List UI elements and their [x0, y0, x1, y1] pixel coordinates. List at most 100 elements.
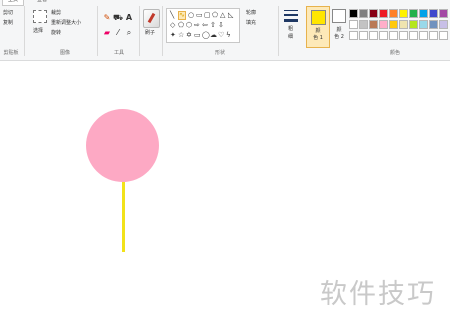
up-arrow-shape-icon[interactable]: ⇧	[210, 22, 216, 29]
separator	[97, 6, 98, 56]
left-arrow-shape-icon[interactable]: ⇦	[202, 22, 208, 29]
palette-swatch[interactable]	[399, 20, 408, 29]
separator	[24, 6, 25, 56]
palette-swatch[interactable]	[419, 20, 428, 29]
palette-swatch[interactable]	[349, 31, 358, 40]
palette-swatch[interactable]	[409, 31, 418, 40]
heart-shape-icon[interactable]: ♡	[218, 32, 224, 39]
ribbon-tabbar	[0, 0, 450, 5]
fill-dropdown[interactable]: 填充	[246, 19, 256, 26]
color2-swatch	[332, 9, 346, 23]
color1-swatch	[311, 10, 326, 25]
crop-button[interactable]: 裁剪	[51, 9, 61, 16]
palette-swatch[interactable]	[359, 20, 368, 29]
text-icon[interactable]: A	[124, 13, 134, 23]
palette-swatch[interactable]	[419, 9, 428, 18]
palette-swatch[interactable]	[439, 20, 448, 29]
colors-group-label: 颜色	[389, 50, 400, 56]
tab-view[interactable]: 查看	[33, 0, 51, 5]
palette-swatch[interactable]	[429, 31, 438, 40]
palette-swatch[interactable]	[429, 9, 438, 18]
select-icon[interactable]	[33, 10, 47, 23]
palette-swatch[interactable]	[349, 9, 358, 18]
fill-icon[interactable]: ⛟	[113, 13, 123, 23]
diamond-shape-icon[interactable]: ◇	[170, 22, 175, 29]
palette-swatch[interactable]	[369, 9, 378, 18]
stroke-label: 细	[288, 34, 294, 40]
palette-swatch[interactable]	[379, 31, 388, 40]
palette-swatch[interactable]	[389, 20, 398, 29]
rotate-button[interactable]: 旋转	[51, 29, 61, 36]
six-star-shape-icon[interactable]: ✡	[186, 32, 192, 39]
callout-oval-shape-icon[interactable]: ◯	[202, 32, 210, 39]
color1-label-bottom: 色 1	[313, 35, 323, 41]
down-arrow-shape-icon[interactable]: ⇩	[218, 22, 224, 29]
image-group-label: 图像	[59, 50, 70, 56]
stroke-label: 粗	[288, 26, 294, 32]
right-arrow-shape-icon[interactable]: ⇨	[194, 22, 200, 29]
stroke-line-icon	[284, 10, 298, 11]
palette-swatch[interactable]	[369, 20, 378, 29]
yellow-stick-line	[122, 182, 125, 252]
palette-swatch[interactable]	[439, 9, 448, 18]
lightning-shape-icon[interactable]: ϟ	[226, 32, 231, 39]
curve-shape-icon[interactable]: ∿	[178, 11, 186, 20]
palette-swatch[interactable]	[399, 31, 408, 40]
color1-label-top: 颜	[315, 28, 321, 34]
separator	[278, 6, 279, 56]
palette-swatch[interactable]	[349, 20, 358, 29]
stroke-line-icon	[284, 19, 298, 22]
select-button[interactable]: 选择	[33, 27, 43, 34]
hexagon-shape-icon[interactable]: ⬡	[186, 22, 192, 29]
line-shape-icon[interactable]: ╲	[170, 12, 174, 19]
oval-shape-icon[interactable]: ○	[188, 12, 194, 19]
palette-swatch[interactable]	[369, 31, 378, 40]
eraser-icon[interactable]: ▰	[102, 28, 112, 38]
palette-swatch[interactable]	[409, 9, 418, 18]
cloud-callout-shape-icon[interactable]: ☁	[210, 32, 217, 39]
palette-swatch[interactable]	[379, 9, 388, 18]
pencil-icon[interactable]: ✎	[102, 13, 112, 23]
palette-swatch[interactable]	[389, 31, 398, 40]
color-picker-icon[interactable]: ⁄	[113, 28, 123, 38]
separator	[162, 6, 163, 56]
clipboard-group-label: 剪贴板	[3, 50, 19, 56]
pentagon-shape-icon[interactable]: ⬠	[178, 22, 184, 29]
palette-swatch[interactable]	[359, 31, 368, 40]
palette-swatch[interactable]	[429, 20, 438, 29]
resize-button[interactable]: 重新调整大小	[51, 19, 81, 26]
palette-swatch[interactable]	[439, 31, 448, 40]
magnifier-icon[interactable]: ⌕	[124, 28, 134, 38]
shapes-group-label: 形状	[214, 50, 225, 56]
pink-circle-shape	[86, 109, 159, 182]
four-star-shape-icon[interactable]: ✦	[170, 32, 176, 39]
palette-swatch[interactable]	[399, 9, 408, 18]
five-star-shape-icon[interactable]: ☆	[178, 32, 184, 39]
rounded-rect-shape-icon[interactable]: ▢	[204, 12, 211, 19]
callout-rect-shape-icon[interactable]: ▭	[194, 32, 201, 39]
palette-swatch[interactable]	[379, 20, 388, 29]
color1-button[interactable]: 颜 色 1	[306, 6, 330, 48]
tab-home[interactable]: 主页	[2, 0, 24, 6]
triangle-shape-icon[interactable]: △	[220, 12, 225, 19]
polygon-shape-icon[interactable]: ⬠	[212, 12, 218, 19]
rectangle-shape-icon[interactable]: ▭	[196, 12, 203, 19]
outline-dropdown[interactable]: 轮廓	[246, 9, 256, 16]
palette-swatch[interactable]	[359, 9, 368, 18]
color2-button[interactable]: 颜 色 2	[330, 6, 348, 46]
stroke-line-icon	[284, 14, 298, 16]
palette-swatch[interactable]	[419, 31, 428, 40]
brush-button[interactable]: 刷子	[145, 29, 155, 36]
right-triangle-shape-icon[interactable]: ◺	[228, 12, 233, 19]
palette-swatch[interactable]	[389, 9, 398, 18]
tools-group-label: 工具	[113, 50, 124, 56]
shapes-gallery[interactable]: ╲ ∿ ○ ▭ ▢ ⬠ △ ◺ ◇ ⬠ ⬡ ⇨ ⇦ ⇧ ⇩ ✦ ☆ ✡ ▭ ◯ …	[166, 8, 240, 43]
palette-swatch[interactable]	[409, 20, 418, 29]
brush-icon[interactable]	[143, 9, 160, 28]
cut-button[interactable]: 剪切	[3, 9, 13, 16]
separator	[139, 6, 140, 56]
color2-label-bottom: 色 2	[334, 34, 344, 40]
copy-button[interactable]: 复制	[3, 19, 13, 26]
watermark-text: 软件技巧	[320, 279, 436, 310]
ribbon: 主页 查看 剪切 复制 剪贴板 选择 裁剪 重新调整大小 旋转 图像 ✎ ⛟ A…	[0, 0, 450, 61]
